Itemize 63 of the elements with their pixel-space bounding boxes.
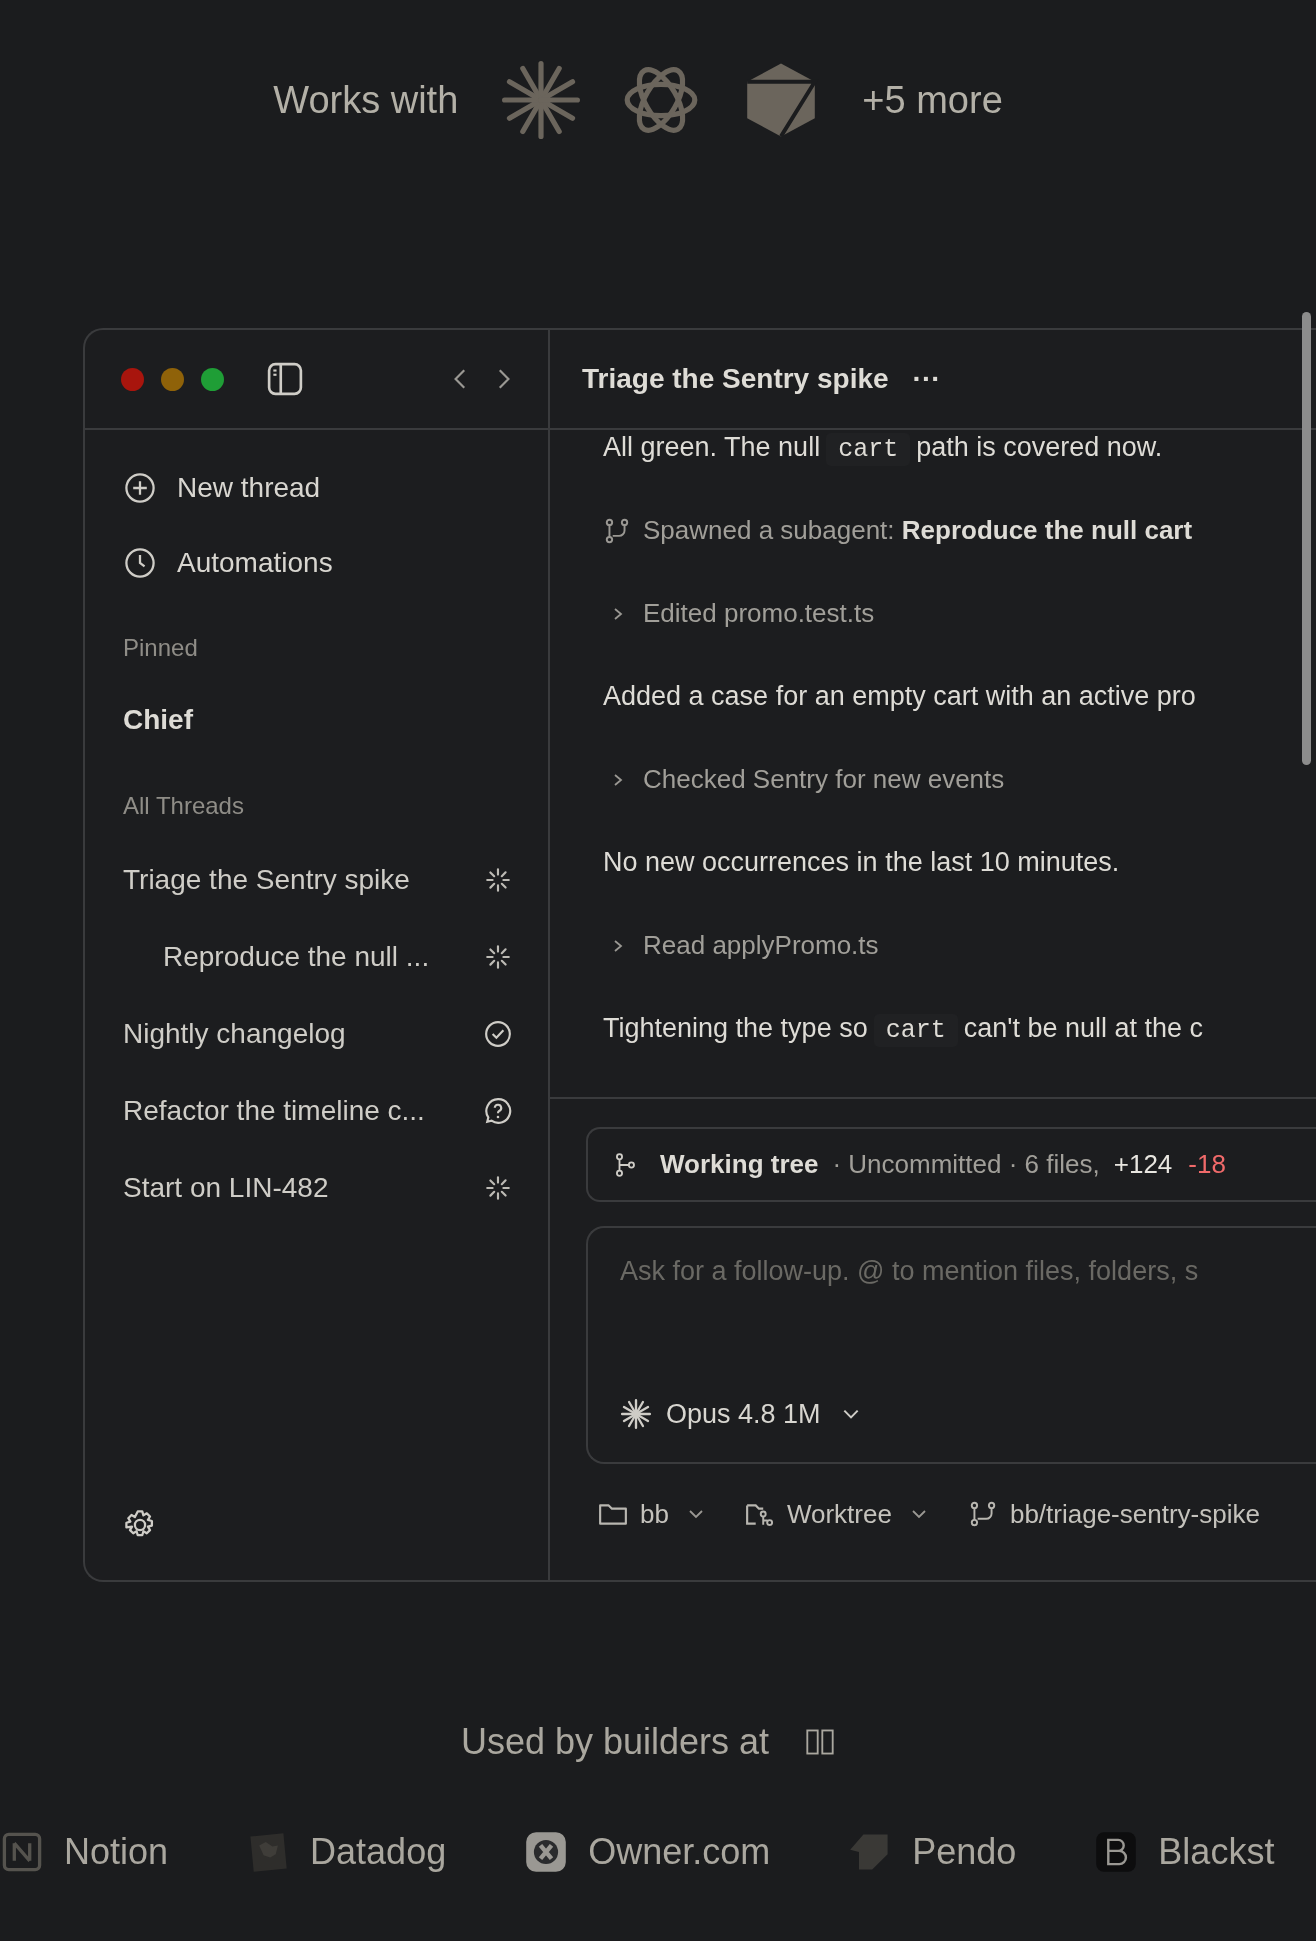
thread-title: Triage the Sentry spike — [123, 864, 411, 896]
sidebar-toggle-icon[interactable] — [267, 361, 303, 397]
message-text: Tightening the type so cart can't be null at the c — [603, 1012, 1203, 1045]
message-text: No new occurrences in the last 10 minutes. — [603, 847, 1120, 878]
branch-icon — [614, 1151, 636, 1178]
message-text: Added a case for an empty cart with an active pro — [603, 681, 1196, 712]
working-tree-bar[interactable]: Working tree · Uncommitted · 6 files, +124 -18 — [586, 1127, 1316, 1202]
works-with-label: Works with — [273, 78, 459, 122]
section-heading: Pinned — [122, 633, 199, 663]
sidebar-action[interactable]: Automations — [103, 533, 530, 593]
used-by-label: Used by builders at — [460, 1721, 770, 1763]
caret-icon — [909, 1508, 928, 1520]
spinner-icon — [484, 1174, 512, 1202]
branch-icon — [603, 516, 631, 545]
footer-selector[interactable]: Worktree — [744, 1498, 928, 1530]
footer-selector[interactable]: bb — [598, 1498, 705, 1530]
lines-added: +124 — [1113, 1149, 1173, 1180]
tool-step[interactable]: Edited promo.test.ts — [603, 598, 875, 629]
section-heading: All Threads — [122, 791, 245, 821]
missing-glyph-icon — [805, 1727, 836, 1757]
customer-name: Pendo — [912, 1831, 1017, 1873]
model-picker[interactable]: Opus 4.8 1M — [620, 1386, 861, 1442]
lines-removed: -18 — [1188, 1149, 1226, 1180]
message-input[interactable]: Ask for a follow-up. @ to mention files, folders, s — [620, 1248, 1316, 1386]
thread-item[interactable]: Reproduce the null ... — [103, 925, 530, 989]
thread-title: Start on LIN-482 — [123, 1172, 330, 1204]
thread-title: Refactor the timeline c... — [123, 1095, 426, 1127]
thread-item[interactable]: Nightly changelog — [103, 1002, 530, 1066]
thread-title: Reproduce the null ... — [163, 941, 431, 973]
scrollbar[interactable] — [1302, 312, 1311, 765]
customer-name: Owner.com — [588, 1831, 771, 1873]
thread-title: Nightly changelog — [123, 1018, 347, 1050]
spinner-icon — [484, 943, 512, 971]
more-button[interactable]: ··· — [908, 363, 945, 395]
more-integrations-label: +5 more — [862, 78, 1003, 122]
customer-name: Notion — [64, 1831, 169, 1873]
customer-name: Datadog — [310, 1831, 447, 1873]
minimize-light[interactable] — [161, 367, 184, 391]
subagent-note: Spawned a subagent: Reproduce the null cart — [643, 515, 1193, 546]
b-logo-icon — [1094, 1830, 1139, 1874]
pinned-thread[interactable]: Chief — [103, 690, 530, 750]
tool-step[interactable]: Read applyPromo.ts — [603, 930, 879, 961]
spinner-icon — [484, 866, 512, 894]
thread-title: Triage the Sentry spike — [582, 363, 889, 395]
thread-item[interactable]: Triage the Sentry spike — [103, 848, 530, 912]
clock-icon — [123, 546, 157, 580]
composer-panel[interactable]: Ask for a follow-up. @ to mention files, folders, s Opus 4.8 1M — [586, 1226, 1316, 1464]
zoom-light[interactable] — [201, 367, 224, 391]
check-circle-icon — [484, 1020, 512, 1048]
thread-item[interactable]: Refactor the timeline c... — [103, 1079, 530, 1143]
thread-item[interactable]: Start on LIN-482 — [103, 1156, 530, 1220]
customer-name: Blackst — [1158, 1831, 1275, 1873]
question-bubble-icon — [484, 1097, 512, 1125]
working-tree-summary: · Uncommitted · 6 files, — [832, 1149, 1100, 1180]
sidebar-action[interactable]: New thread — [103, 458, 530, 518]
caret-icon — [686, 1508, 705, 1520]
tool-step[interactable]: Checked Sentry for new events — [603, 764, 1005, 795]
footer-selector[interactable]: bb/triage-sentry-spike — [967, 1498, 1260, 1530]
starburst-icon — [620, 1398, 652, 1430]
message-text: All green. The null cart path is covered now. — [603, 431, 1163, 464]
starburst-icon — [502, 61, 581, 139]
plus-circle-icon — [123, 471, 157, 505]
working-tree-title: Working tree — [660, 1149, 819, 1180]
